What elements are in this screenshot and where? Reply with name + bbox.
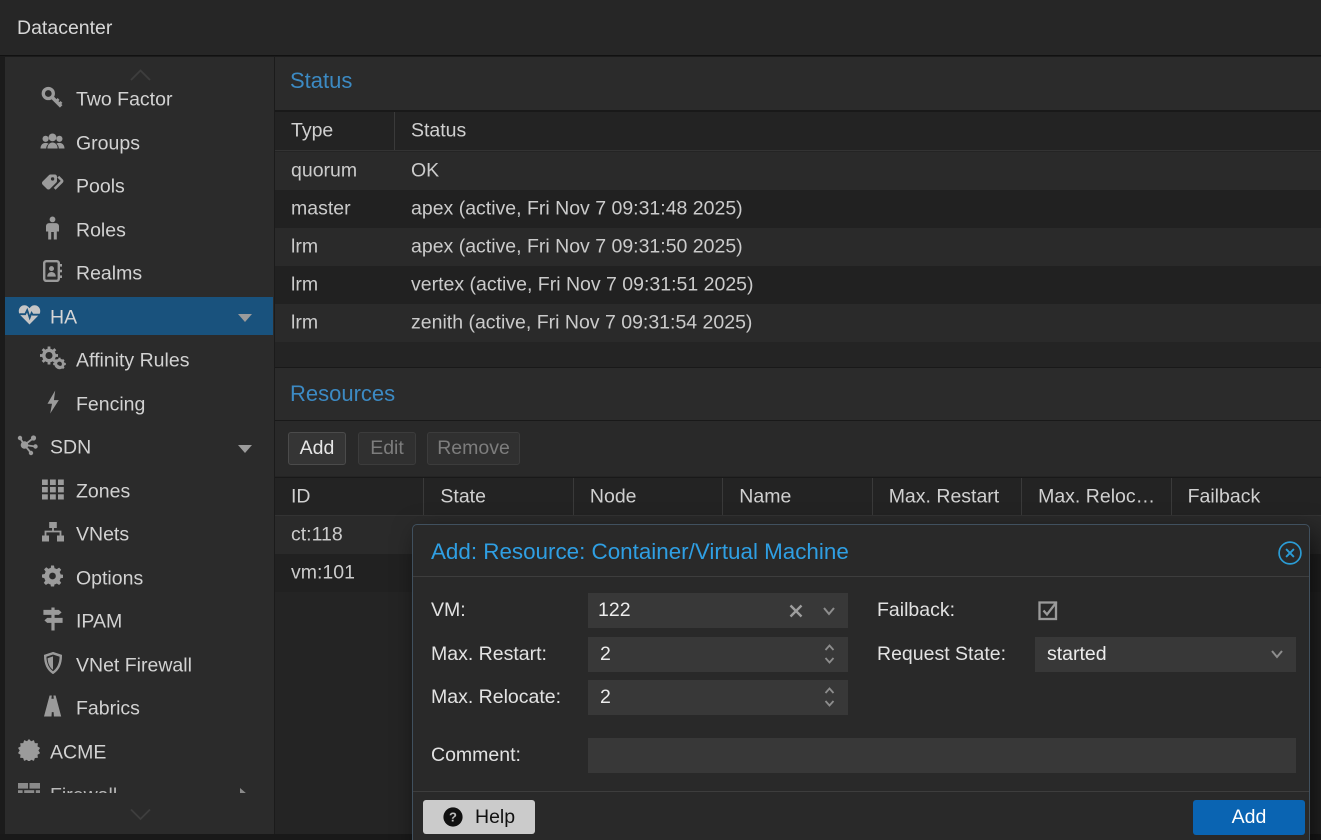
svg-text:?: ?	[449, 809, 457, 824]
